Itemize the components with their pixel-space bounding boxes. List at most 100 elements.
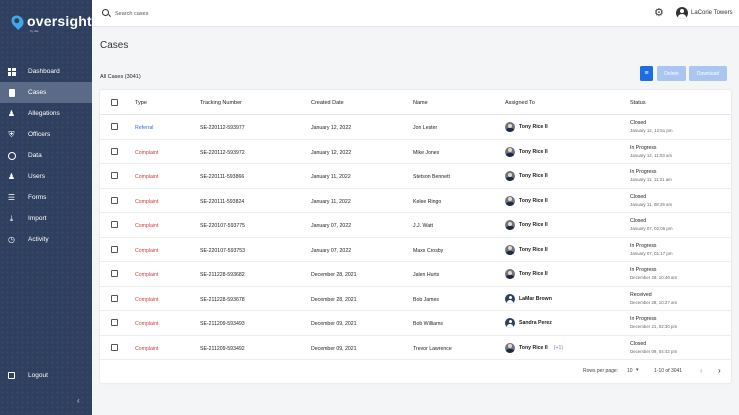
assigned-to: Tony Rice II — [505, 122, 554, 132]
case-type-link[interactable]: Complaint — [135, 346, 158, 352]
delete-button[interactable]: Delete — [657, 66, 686, 81]
user-name[interactable]: LaCorie Towers — [691, 10, 733, 16]
case-type-link[interactable]: Complaint — [135, 248, 158, 254]
table-row[interactable]: Complaint SE-220107-593775 January 07, 202… — [100, 213, 731, 238]
column-header-tracking-number[interactable]: Tracking Number — [200, 100, 242, 106]
row-checkbox[interactable] — [111, 147, 118, 155]
tracking-number: SE-220111-593824 — [200, 198, 245, 205]
rows-per-page-select[interactable]: 10 — [627, 368, 633, 374]
column-header-status[interactable]: Status — [630, 100, 646, 106]
row-checkbox[interactable] — [111, 123, 118, 130]
assignee-name: Tony Rice II — [519, 148, 548, 155]
table-row[interactable]: Complaint SE-220107-593753 January 07, 202… — [100, 238, 731, 262]
gear-icon[interactable]: ⚙ — [654, 8, 664, 19]
sidebar-item-users[interactable]: ♟ Users — [0, 166, 92, 187]
sidebar-item-dashboard[interactable]: Dashboard — [0, 61, 92, 82]
assignee-name: Tony Rice II — [519, 197, 548, 204]
column-header-created-date[interactable]: Created Date — [311, 100, 344, 106]
case-type-link[interactable]: Complaint — [135, 223, 158, 229]
status-date: January 07, 01:17 pm — [630, 250, 673, 256]
tracking-number: SE-211228-593682 — [200, 272, 245, 278]
table-row[interactable]: Complaint SE-220111-593824 January 11, 202… — [100, 189, 731, 213]
case-type-link[interactable]: Referral — [135, 125, 153, 131]
filter-button[interactable]: ≡ — [640, 66, 653, 81]
sidebar-item-import[interactable]: ⤓ Import — [0, 208, 92, 229]
status-label: In Progress — [630, 144, 657, 151]
sidebar-item-label: Dashboard — [28, 68, 60, 75]
download-button[interactable]: Download — [689, 66, 727, 81]
status: In Progress January 07, 01:17 pm — [630, 243, 672, 256]
row-checkbox[interactable] — [111, 270, 118, 277]
case-type-link[interactable]: Complaint — [135, 150, 158, 156]
select-all-checkbox[interactable] — [111, 99, 118, 106]
table-row[interactable]: Complaint SE-211209-593492 December 09, 20… — [100, 336, 731, 360]
caret-down-icon[interactable]: ▾ — [636, 367, 639, 373]
table-row[interactable]: Complaint SE-211228-593678 December 28, 20… — [100, 287, 731, 311]
created-date: January 12, 2022 — [311, 125, 352, 131]
sidebar-item-data[interactable]: Data — [0, 145, 92, 166]
logo[interactable]: oversight — [9, 12, 92, 30]
column-header-assigned-to[interactable]: Assigned To — [505, 100, 535, 106]
complainant-name: Bob James — [413, 296, 439, 303]
download-icon: ⤓ — [9, 213, 14, 223]
logo-text: oversight — [27, 13, 92, 29]
logout-icon — [7, 371, 16, 380]
table-row[interactable]: Complaint SE-220111-593866 January 11, 202… — [100, 164, 731, 189]
sidebar-item-officers[interactable]: ⛨ Officers — [0, 124, 92, 145]
sidebar-item-allegations[interactable]: ♟ Allegations — [0, 103, 92, 124]
table-row[interactable]: Complaint SE-211209-593493 December 09, 20… — [100, 311, 731, 336]
assignee-name: Tony Rice II — [519, 173, 548, 179]
table-row[interactable]: Complaint SE-211228-593682 December 28, 20… — [100, 262, 731, 287]
row-checkbox[interactable] — [111, 319, 118, 326]
row-checkbox[interactable] — [111, 294, 118, 302]
status: Closed January 07, 02:06 pm — [630, 218, 672, 231]
case-type-link[interactable]: Complaint — [135, 297, 158, 303]
row-checkbox[interactable] — [111, 245, 118, 253]
tracking-number: SE-220111-593866 — [200, 174, 245, 180]
sidebar-item-label: Import — [28, 215, 47, 222]
row-checkbox[interactable] — [111, 172, 118, 179]
search-input[interactable] — [115, 8, 315, 19]
case-type-link[interactable]: Complaint — [135, 321, 158, 327]
status-label: In Progress — [630, 267, 657, 273]
document-icon — [7, 88, 16, 97]
users-icon: ♟ — [7, 172, 16, 181]
column-header-name[interactable]: Name — [413, 100, 428, 106]
assigned-to: Tony Rice II — [505, 269, 554, 279]
case-type-link[interactable]: Complaint — [135, 174, 158, 180]
status-label: Closed — [630, 218, 647, 224]
row-checkbox[interactable] — [111, 343, 118, 351]
complainant-name: J.J. Watt — [413, 223, 433, 229]
assigned-to: Tony Rice II — [505, 146, 554, 157]
assigned-to: Tony Rice II — [505, 244, 554, 255]
row-checkbox[interactable] — [111, 196, 118, 204]
assignee-name: Tony Rice II — [519, 246, 548, 253]
next-page-icon[interactable]: › — [718, 366, 721, 375]
sidebar-item-cases[interactable]: Cases — [0, 82, 92, 103]
previous-page-icon[interactable]: ‹ — [700, 366, 703, 375]
column-header-type[interactable]: Type — [135, 100, 147, 106]
status: Closed January 11, 08:29 am — [630, 194, 672, 207]
case-type-link[interactable]: Complaint — [135, 199, 158, 205]
table-row[interactable]: Complaint SE-220112-593972 January 12, 202… — [100, 140, 731, 164]
assigned-to: Tony Rice II (+1) — [505, 342, 563, 353]
search-icon — [102, 9, 109, 16]
sidebar-item-activity[interactable]: ◷ Activity — [0, 229, 92, 250]
sidebar-item-forms[interactable]: ☰ Forms — [0, 187, 92, 208]
rows-per-page-label: Rows per page: — [583, 368, 619, 374]
assignee-name: Tony Rice II — [519, 222, 548, 228]
assignee-name: Sandra Perez — [519, 320, 552, 326]
row-checkbox[interactable] — [111, 221, 118, 228]
assigned-to: LaMar Brown — [505, 293, 558, 304]
logout-button[interactable]: Logout — [7, 371, 48, 380]
table-row[interactable]: Referral SE-220112-593977 January 12, 2022… — [100, 115, 731, 140]
created-date: December 28, 2021 — [311, 272, 357, 278]
collapse-sidebar-icon[interactable]: ‹ — [77, 396, 80, 405]
created-date: January 11, 2022 — [311, 174, 351, 180]
case-type-link[interactable]: Complaint — [135, 272, 158, 278]
status-date: January 12, 11:53 am — [630, 152, 673, 158]
assigned-to: Sandra Perez — [505, 318, 558, 328]
user-avatar[interactable] — [676, 7, 688, 19]
created-date: January 07, 2022 — [311, 247, 352, 254]
all-cases-count: All Cases (3041) — [100, 74, 141, 80]
